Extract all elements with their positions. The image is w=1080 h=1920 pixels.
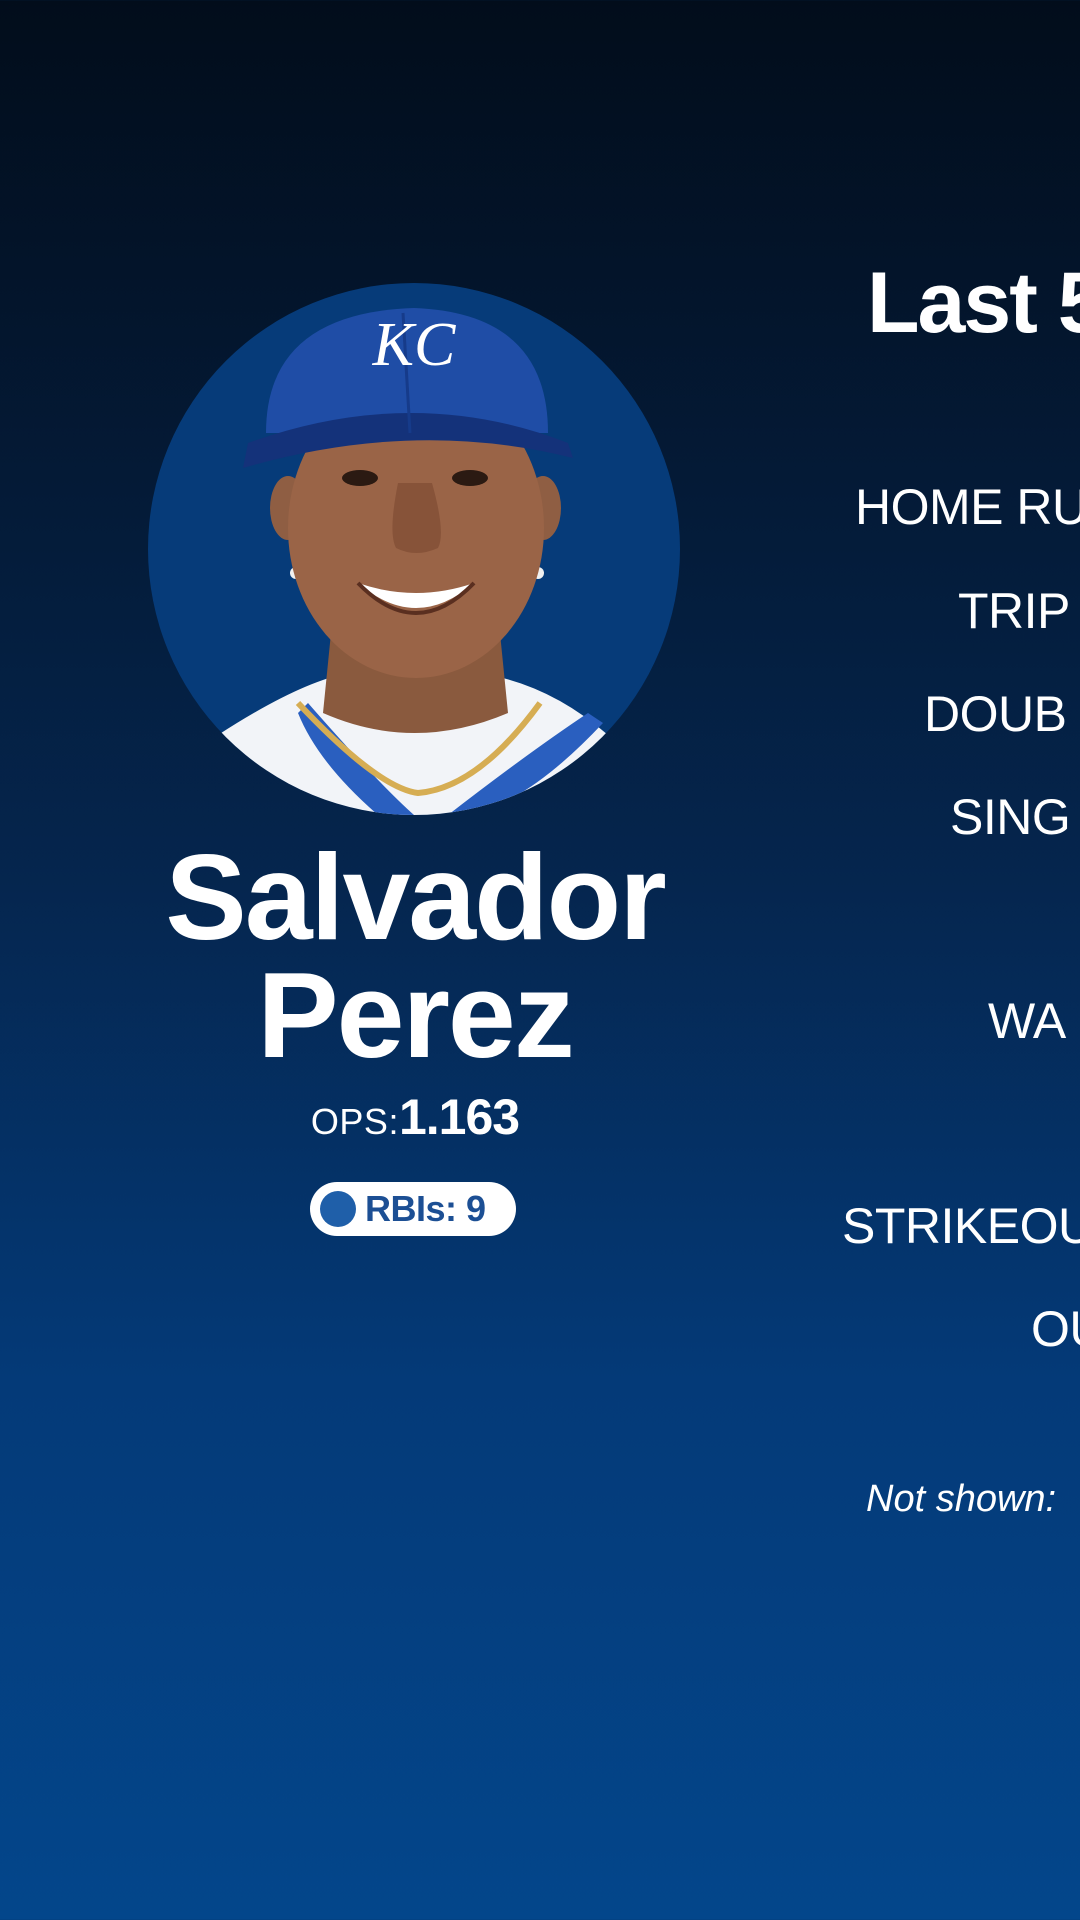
ops-stat: OPS:1.163 <box>0 1088 830 1146</box>
player-photo-icon: KC <box>208 308 618 815</box>
stat-label-home-runs: HOME RU <box>855 479 1080 535</box>
stat-label-walks: WA <box>988 993 1066 1049</box>
footnote: Not shown: <box>866 1478 1057 1520</box>
player-first-name: Salvador <box>165 829 666 965</box>
rbi-badge: RBIs: 9 <box>310 1182 516 1236</box>
stat-label-outs: OU <box>1031 1301 1080 1357</box>
player-card: KC Salvador Perez OPS:1.163 RBIs: 9 <box>0 0 830 1920</box>
stat-label-singles: SING <box>950 789 1071 845</box>
stat-label-strikeouts: STRIKEOU <box>842 1198 1080 1254</box>
rbi-dot-icon <box>320 1191 356 1227</box>
stat-label-triples: TRIP <box>958 583 1070 639</box>
stats-title: Last 5 <box>867 255 1080 351</box>
ops-label: OPS: <box>310 1101 399 1142</box>
stat-label-doubles: DOUB <box>924 686 1067 742</box>
player-last-name: Perez <box>257 947 575 1083</box>
rbi-text: RBIs: 9 <box>365 1188 486 1229</box>
ops-value: 1.163 <box>398 1089 520 1145</box>
player-headshot: KC <box>148 283 680 815</box>
svg-text:KC: KC <box>372 311 456 379</box>
